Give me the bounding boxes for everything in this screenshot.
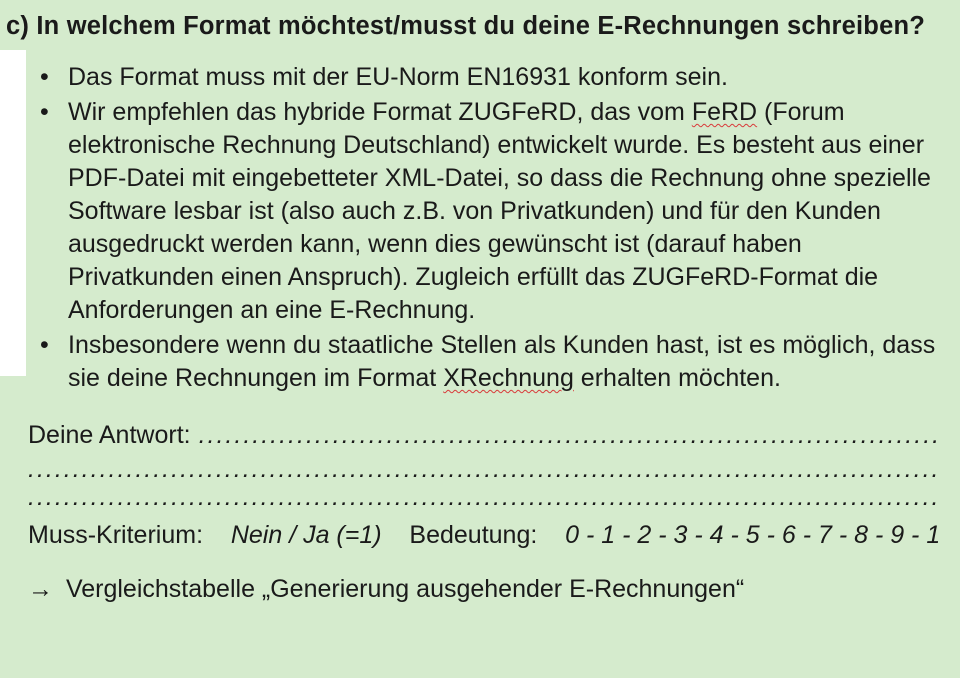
arrow-right-icon: → (28, 573, 53, 607)
footer-text: Vergleichstabelle „Generierung ausgehend… (66, 575, 744, 603)
spellcheck-marked-word: XRechnung (443, 364, 574, 392)
margin-gap (0, 86, 26, 376)
answer-label: Deine Antwort: (28, 417, 191, 455)
list-item-text: erhalten möchten. (574, 364, 781, 392)
fill-in-dots: ........................................… (28, 483, 938, 512)
document-page: c) In welchem Format möchtest/musst du d… (0, 0, 960, 678)
section-heading: c) In welchem Format möchtest/musst du d… (6, 10, 948, 43)
footer-reference: → Vergleichstabelle „Generierung ausgehe… (28, 573, 938, 607)
spellcheck-marked-word: FeRD (692, 98, 757, 126)
criteria-choices: Nein / Ja (=1) (231, 521, 382, 549)
margin-gap (0, 50, 26, 86)
list-item: Das Format muss mit der EU-Norm EN16931 … (68, 61, 940, 94)
criteria-line: Muss-Kriterium: Nein / Ja (=1) Bedeutung… (28, 518, 938, 553)
fill-in-dots: ........................................… (28, 455, 938, 484)
answer-block: Deine Antwort: .........................… (28, 417, 938, 512)
importance-scale: 0 - 1 - 2 - 3 - 4 - 5 - 6 - 7 - 8 - 9 - … (565, 521, 938, 549)
list-item-text: (Forum elektronische Rechnung Deutschlan… (68, 98, 931, 324)
fill-in-dots: ........................................… (199, 422, 938, 450)
bullet-list: Das Format muss mit der EU-Norm EN16931 … (0, 61, 948, 395)
list-item: Wir empfehlen das hybride Format ZUGFeRD… (68, 96, 940, 327)
answer-line: Deine Antwort: .........................… (28, 417, 938, 455)
criteria-label: Muss-Kriterium: (28, 521, 203, 549)
importance-label: Bedeutung: (409, 521, 537, 549)
list-item-text: Wir empfehlen das hybride Format ZUGFeRD… (68, 98, 692, 126)
list-item-text: Das Format muss mit der EU-Norm EN16931 … (68, 63, 728, 91)
list-item: Insbesondere wenn du staatliche Stellen … (68, 329, 940, 395)
